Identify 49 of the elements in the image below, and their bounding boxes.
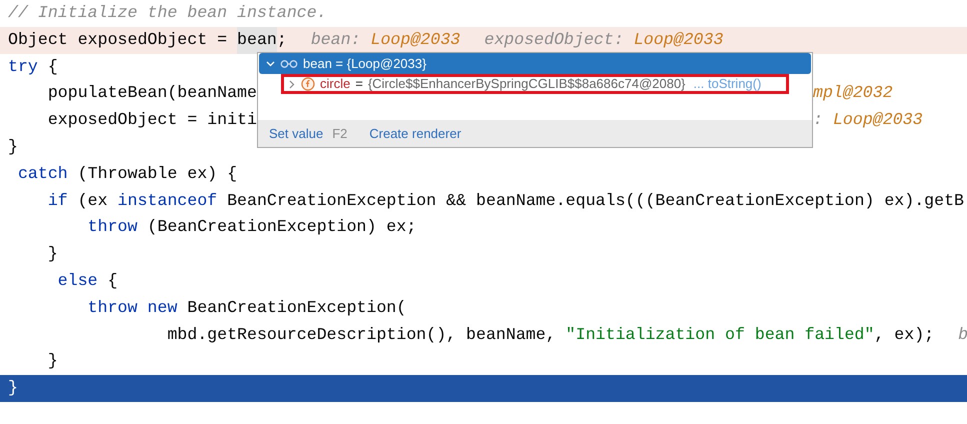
code-text: , ex); bbox=[874, 324, 934, 346]
code-comment: // Initialize the bean instance. bbox=[8, 2, 327, 24]
keyword: instanceof bbox=[118, 190, 218, 212]
inline-hint-label: : bbox=[813, 109, 823, 132]
inline-hint-value: Loop@2033 bbox=[370, 28, 460, 51]
shortcut-hint: F2 bbox=[332, 124, 348, 143]
tree-root-row[interactable]: bean = {Loop@2033} bbox=[259, 53, 811, 74]
chevron-icon[interactable] bbox=[266, 59, 275, 68]
code-text: (ex bbox=[76, 190, 109, 212]
variable-label: bean = {Loop@2033} bbox=[303, 54, 426, 73]
keyword: if bbox=[46, 190, 68, 212]
keyword: catch bbox=[16, 162, 68, 185]
inline-hint-label: b bbox=[958, 324, 967, 346]
code-text: } bbox=[8, 136, 18, 158]
field-value: {Circle$$EnhancerBySpringCGLIB$$8a686c74@2080} bbox=[368, 75, 686, 94]
field-name: circle bbox=[320, 75, 350, 94]
keyword: throw new bbox=[86, 296, 178, 319]
code-text: populateBean(beanName bbox=[46, 82, 257, 104]
code-text: exposedObject = initi bbox=[46, 109, 257, 132]
inline-hint-label: bean: bbox=[310, 28, 361, 51]
code-text: } bbox=[46, 243, 58, 266]
code-text: Object exposedObject = bbox=[8, 28, 228, 51]
field-icon bbox=[301, 77, 315, 91]
code-text: (BeanCreationException) ex; bbox=[146, 216, 416, 238]
code-text: BeanCreationException && beanName.equals(((BeanCreationException) ex).getB bbox=[226, 190, 964, 212]
chevron-icon[interactable] bbox=[288, 80, 296, 88]
inline-hint-value: Loop@2033 bbox=[832, 109, 923, 132]
action-link[interactable]: Set value bbox=[269, 124, 324, 144]
action-link[interactable]: Create renderer bbox=[369, 124, 462, 144]
code-text: } bbox=[46, 350, 58, 372]
variable-usage: bean bbox=[237, 26, 277, 54]
string-literal: "Initialization of bean failed" bbox=[566, 324, 874, 346]
inline-hint-label: exposedObject: bbox=[484, 28, 624, 51]
equals-sign: = bbox=[355, 75, 363, 94]
tostring-link[interactable]: ... toString() bbox=[693, 74, 762, 94]
code-text: } bbox=[8, 377, 18, 400]
tree-row[interactable]: circle = {Circle$$EnhancerBySpringCGLIB$$8a686c74@2080} ... toString() bbox=[281, 74, 789, 94]
inline-hint-value: Loop@2033 bbox=[634, 28, 724, 51]
keyword: throw bbox=[86, 216, 138, 238]
code-text: mbd.getResourceDescription(), beanName, bbox=[166, 324, 557, 346]
code-text: (Throwable ex) { bbox=[76, 162, 238, 185]
code-text: { bbox=[106, 270, 118, 292]
inline-hint-value: mpl@2032 bbox=[813, 82, 893, 104]
code-text: ; bbox=[276, 28, 287, 51]
code-text: { bbox=[46, 56, 58, 78]
glasses-icon bbox=[280, 60, 298, 68]
code-text: BeanCreationException( bbox=[186, 296, 406, 319]
keyword: try bbox=[8, 56, 38, 78]
keyword: else bbox=[56, 270, 98, 292]
